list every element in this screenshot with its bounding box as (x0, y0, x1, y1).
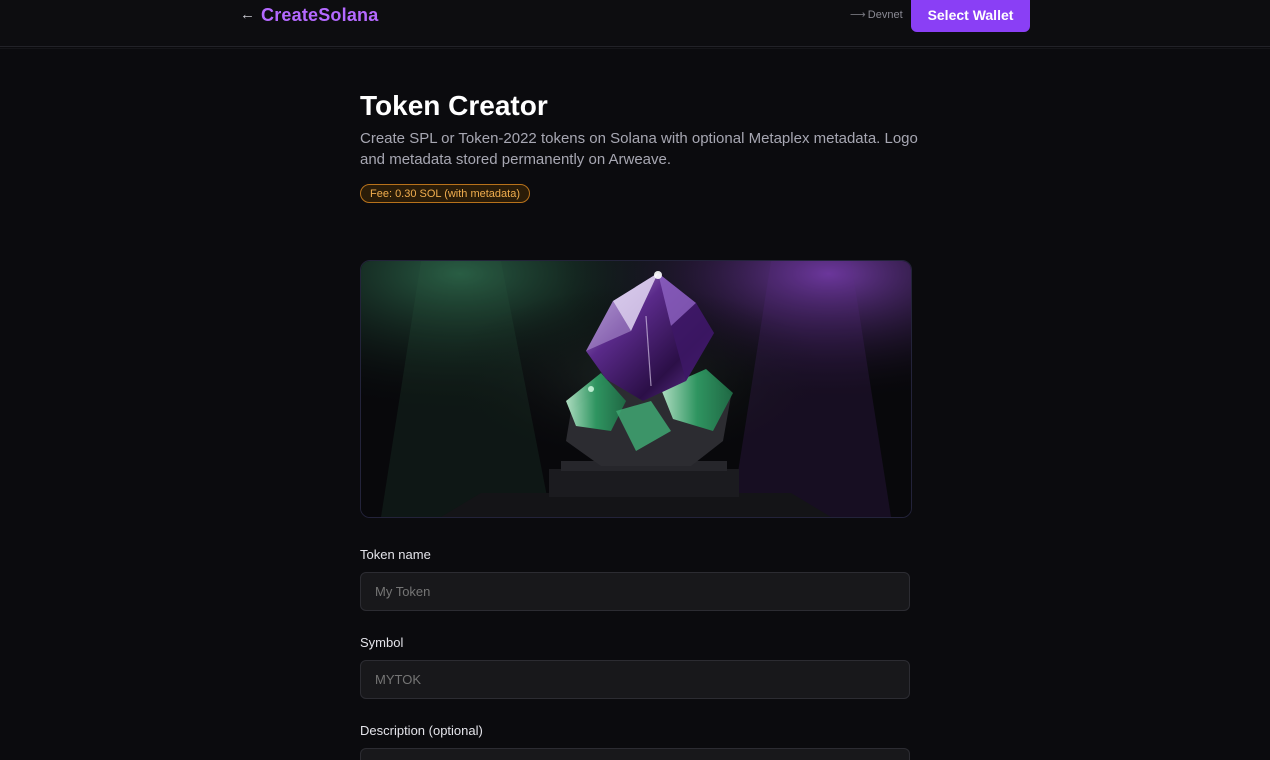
select-wallet-button[interactable]: Select Wallet (911, 0, 1030, 32)
token-logo-preview[interactable] (360, 260, 912, 518)
token-name-label: Token name (360, 547, 431, 562)
header-divider (0, 48, 1270, 49)
page-subtitle: Create SPL or Token-2022 tokens on Solan… (360, 130, 918, 168)
description-label: Description (optional) (360, 723, 483, 738)
symbol-label: Symbol (360, 635, 404, 650)
description-input[interactable] (360, 748, 910, 760)
symbol-input[interactable] (360, 660, 910, 699)
back-arrow-icon[interactable]: ← (240, 5, 255, 25)
network-label: Devnet (867, 9, 903, 21)
top-bar (0, 0, 1270, 47)
brand-link[interactable]: CreateSolana (261, 2, 378, 28)
arrow-right-icon: ⟶ (850, 9, 866, 21)
token-name-input[interactable] (360, 572, 910, 611)
crystal-gem-illustration (361, 261, 911, 517)
fee-badge: Fee: 0.30 SOL (with metadata) (360, 184, 530, 203)
network-indicator: ⟶ Devnet (850, 6, 903, 24)
page-title: Token Creator (360, 90, 548, 121)
